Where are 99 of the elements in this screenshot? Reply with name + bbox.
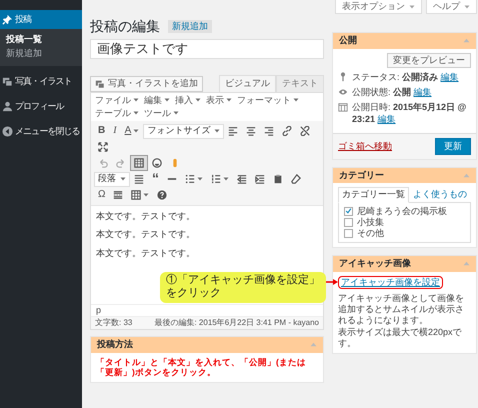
word-count: 文字数: 33	[95, 318, 132, 328]
caret-icon	[143, 192, 150, 198]
emoji-icon	[152, 158, 162, 168]
caret-icon	[293, 97, 299, 104]
category-label: 小技集	[357, 216, 384, 228]
menu-item[interactable]: ファイル	[95, 94, 139, 106]
help-icon	[157, 190, 168, 200]
caret-icon	[226, 97, 232, 104]
special-character-button[interactable]: Ω	[94, 187, 110, 204]
add-media-button[interactable]: 写真・イラストを追加	[90, 76, 203, 92]
calendar-icon	[338, 102, 348, 112]
edit-link[interactable]: 編集	[378, 114, 396, 124]
title-field[interactable]: 画像テストです	[90, 39, 324, 60]
menu-item[interactable]: ツール	[144, 108, 179, 120]
eye-icon	[338, 87, 348, 97]
align-left-icon	[228, 126, 238, 136]
box-title: 公開	[339, 35, 357, 46]
caret-icon	[223, 176, 229, 182]
menu-item[interactable]: 挿入	[175, 94, 201, 106]
fullscreen-icon	[98, 142, 108, 152]
align-right-icon	[264, 126, 274, 136]
update-button[interactable]: 更新	[435, 138, 471, 155]
menu-item[interactable]: テーブル	[95, 108, 139, 120]
format-select[interactable]: 段落	[94, 172, 130, 187]
media-icon	[95, 78, 105, 89]
paragraph: 本文です。テストです。	[96, 211, 196, 222]
category-label: その他	[357, 228, 384, 240]
caret-icon	[195, 97, 201, 104]
box-title: カテゴリー	[339, 170, 384, 182]
eraser-icon	[291, 174, 301, 184]
menu-item[interactable]: フォーマット	[237, 94, 299, 106]
link-icon	[282, 126, 292, 136]
bullet-list-icon	[185, 174, 195, 184]
preview-button[interactable]: 変更をプレビュー	[387, 52, 471, 68]
instruction-text: 「タイトル」と「本文」を入れて、「公開」(または「更新」)ボタンをクリック。	[96, 356, 307, 378]
editor-tab[interactable]: ビジュアル	[219, 75, 276, 92]
publish-info: 公開状態: 公開 編集	[352, 87, 432, 98]
paragraph: 本文です。テストです。	[96, 229, 196, 241]
user-icon	[2, 101, 13, 112]
set-featured-image-link[interactable]: アイキャッチ画像を設定	[338, 276, 443, 289]
last-edited: 最後の編集: 2015年6月22日 3:41 PM - kayano	[154, 318, 319, 328]
element-path[interactable]: p	[96, 305, 102, 316]
description-text: 表示サイズは最大で横220pxです。	[338, 326, 463, 349]
paragraph: 本文です。テストです。	[96, 248, 196, 259]
blockquote-button[interactable]: “	[148, 171, 163, 188]
redo-icon	[116, 158, 126, 168]
text-color-button[interactable]: A	[120, 123, 144, 140]
justify-icon	[134, 174, 144, 184]
sidebar-item[interactable]: 写真・イラスト	[0, 72, 82, 91]
align-center-icon	[246, 126, 256, 136]
callout-bubble: ①「アイキャッチ画像を設定」 をクリック	[160, 272, 326, 302]
outdent-icon	[237, 174, 247, 184]
pin-icon	[2, 14, 13, 26]
submenu-item[interactable]: 新規追加	[0, 46, 82, 60]
page-title: 投稿の編集	[90, 18, 160, 36]
caret-icon	[120, 176, 126, 182]
add-new-button[interactable]: 新規追加	[168, 20, 212, 34]
submenu-item[interactable]: 投稿一覧	[0, 33, 82, 46]
caret-icon	[409, 4, 415, 10]
publish-info: 公開日時: 2015年5月12日 @ 23:21 編集	[352, 102, 468, 125]
caret-icon	[214, 128, 220, 134]
caret-icon	[464, 4, 470, 10]
description-text: アイキャッチ画像として画像を追加するとサムネイルが表示されるようになります。	[338, 292, 465, 326]
menu-item[interactable]: 表示	[206, 94, 232, 106]
category-tab[interactable]: よく使うもの	[409, 187, 471, 202]
publish-info: ステータス: 公開済み 編集	[352, 72, 459, 83]
read-more-icon	[113, 190, 124, 200]
indent-icon	[255, 174, 265, 184]
tab-toggle-button[interactable]: ヘルプ	[426, 0, 477, 14]
table-icon	[131, 190, 142, 200]
category-label: 尼崎まろう会の掲示板	[357, 206, 447, 217]
tab-toggle-button[interactable]: 表示オプション	[335, 0, 422, 14]
unlink-icon	[300, 126, 310, 136]
arrow	[326, 278, 338, 286]
caret-icon	[197, 176, 203, 182]
numbered-list-icon	[211, 174, 221, 184]
sidebar-item[interactable]: プロフィール	[0, 97, 82, 116]
edit-link[interactable]: 編集	[440, 72, 459, 82]
menu-item[interactable]: 編集	[144, 94, 170, 106]
box-title: 投稿方法	[97, 339, 133, 351]
checkbox[interactable]	[344, 206, 353, 216]
italic-button[interactable]: I	[109, 123, 121, 140]
trash-link[interactable]: ゴミ箱へ移動	[338, 140, 392, 152]
bold-button[interactable]: B	[94, 123, 110, 140]
category-tab[interactable]: カテゴリー一覧	[338, 187, 409, 202]
checkbox[interactable]	[344, 218, 353, 227]
caret-icon	[133, 128, 140, 134]
checkbox[interactable]	[344, 229, 353, 238]
box-title: アイキャッチ画像	[339, 258, 411, 270]
clipboard-icon	[273, 174, 283, 184]
toolbar-toggle-icon	[134, 158, 144, 168]
format-select[interactable]: フォントサイズ	[143, 124, 224, 139]
undo-icon	[98, 158, 108, 168]
edit-link[interactable]: 編集	[414, 87, 432, 97]
sidebar-item[interactable]: 投稿	[0, 10, 82, 30]
toolbar-toggle-button[interactable]	[130, 155, 148, 172]
sidebar-item[interactable]: メニューを閉じる	[0, 122, 82, 142]
editor-tab[interactable]: テキスト	[276, 75, 324, 92]
key-icon	[338, 72, 348, 82]
